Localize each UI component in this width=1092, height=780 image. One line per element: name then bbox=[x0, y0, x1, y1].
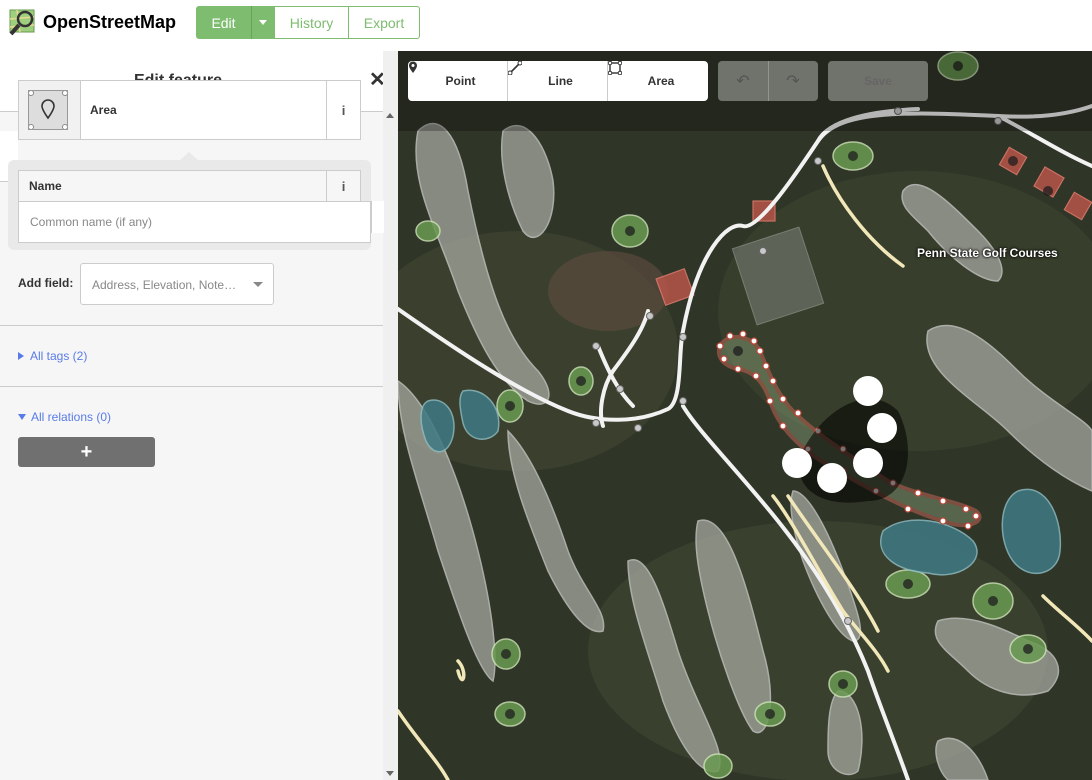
save-button[interactable]: Save bbox=[828, 61, 928, 101]
osm-logo[interactable]: OpenStreetMap bbox=[8, 7, 176, 37]
all-tags-label: All tags (2) bbox=[30, 349, 88, 363]
area-label: Area bbox=[647, 74, 675, 88]
aerial-imagery[interactable] bbox=[398, 51, 1092, 780]
add-line-button[interactable]: Line bbox=[508, 61, 608, 101]
expand-down-icon bbox=[18, 414, 26, 420]
all-tags-toggle[interactable]: All tags (2) bbox=[18, 349, 87, 363]
history-button[interactable]: History bbox=[274, 6, 349, 39]
all-relations-label: All relations (0) bbox=[31, 410, 112, 424]
export-button[interactable]: Export bbox=[348, 6, 420, 39]
scroll-down-arrow-icon[interactable] bbox=[386, 771, 394, 776]
undo-icon[interactable]: ↶ bbox=[718, 61, 769, 101]
divider bbox=[0, 325, 383, 326]
preset-icon-box bbox=[19, 81, 81, 139]
preset-info-icon[interactable]: i bbox=[326, 81, 360, 139]
scroll-up-arrow-icon[interactable] bbox=[386, 113, 394, 118]
app-title: OpenStreetMap bbox=[43, 11, 177, 32]
map-canvas[interactable]: Point Line Area ↶ ↷ Save Penn State Golf… bbox=[398, 51, 1092, 780]
name-localize-button[interactable] bbox=[371, 201, 384, 233]
expand-right-icon bbox=[18, 352, 24, 360]
osm-logo-icon bbox=[8, 7, 38, 37]
name-input[interactable]: Common name (if any) bbox=[18, 201, 371, 243]
area-preset-icon bbox=[28, 90, 68, 130]
redo-icon[interactable]: ↷ bbox=[768, 61, 818, 101]
add-point-button[interactable]: Point bbox=[408, 61, 508, 101]
add-field-combobox[interactable]: Address, Elevation, Note… bbox=[80, 263, 274, 305]
name-field-label: Name i bbox=[18, 170, 361, 202]
add-area-button[interactable]: Area bbox=[608, 61, 708, 101]
preset-name: Area bbox=[90, 103, 117, 117]
name-info-icon[interactable]: i bbox=[326, 171, 360, 201]
all-relations-toggle[interactable]: All relations (0) bbox=[18, 410, 111, 424]
chevron-down-icon[interactable] bbox=[253, 282, 263, 287]
name-label-text: Name bbox=[29, 179, 62, 193]
divider bbox=[0, 386, 383, 387]
add-field-label: Add field: bbox=[18, 276, 74, 290]
add-field-placeholder: Address, Elevation, Note… bbox=[92, 278, 237, 292]
add-relation-button[interactable]: + bbox=[18, 437, 155, 467]
preset-selector[interactable]: Area i bbox=[18, 80, 361, 140]
edit-button[interactable]: Edit bbox=[196, 6, 251, 39]
sidebar-scrollbar[interactable] bbox=[383, 51, 398, 780]
map-place-label: Penn State Golf Courses bbox=[917, 246, 1058, 260]
top-bar: OpenStreetMap Edit History Export bbox=[0, 0, 1092, 51]
line-label: Line bbox=[548, 74, 573, 88]
point-label: Point bbox=[445, 74, 476, 88]
edit-dropdown-caret-icon[interactable] bbox=[251, 6, 274, 39]
